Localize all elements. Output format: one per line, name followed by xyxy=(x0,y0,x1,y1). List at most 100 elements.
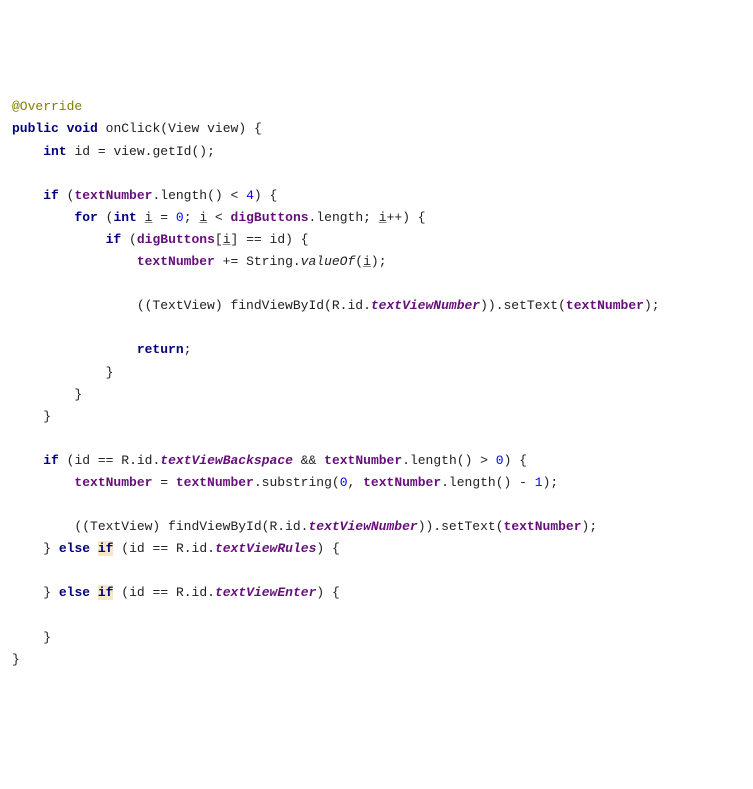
settext-close: ); xyxy=(582,519,598,534)
code-block: @Override public void onClick ( View view)… xyxy=(12,96,741,670)
eqeq: == xyxy=(145,585,176,600)
number-4: 4 xyxy=(246,188,254,203)
field-digbuttons: digButtons xyxy=(137,232,215,247)
keyword-void: void xyxy=(67,121,98,136)
annotation-override: @Override xyxy=(12,99,82,114)
paren: ( xyxy=(121,541,129,556)
semicolon: ; xyxy=(363,210,379,225)
and: && xyxy=(293,453,324,468)
paren-brace: ) { xyxy=(316,585,339,600)
brace: { xyxy=(254,121,262,136)
textview-cast: ((TextView) findViewById(R.id. xyxy=(137,298,371,313)
number-0: 0 xyxy=(176,210,184,225)
settext-open: )).setText( xyxy=(480,298,566,313)
field-textnumber: textNumber xyxy=(137,254,215,269)
paren-brace: ) { xyxy=(254,188,277,203)
brace-close: } xyxy=(106,365,114,380)
id-ref: id xyxy=(129,585,145,600)
keyword-if-highlighted: if xyxy=(98,585,114,600)
settext-close: ); xyxy=(644,298,660,313)
field-textnumber: textNumber xyxy=(74,475,152,490)
field-textviewenter: textViewEnter xyxy=(215,585,316,600)
field-textviewbackspace: textViewBackspace xyxy=(160,453,293,468)
brace-close: } xyxy=(43,630,51,645)
id-ref: id xyxy=(74,453,90,468)
field-textnumber: textNumber xyxy=(324,453,402,468)
field-textnumber: textNumber xyxy=(176,475,254,490)
length: .length xyxy=(309,210,364,225)
keyword-public: public xyxy=(12,121,59,136)
semicolon: ; xyxy=(184,210,200,225)
field-textviewrules: textViewRules xyxy=(215,541,316,556)
id-ref: id xyxy=(129,541,145,556)
textview-cast: ((TextView) findViewById(R.id. xyxy=(74,519,308,534)
paren: ( xyxy=(129,232,137,247)
length-minus1: .length() - xyxy=(441,475,535,490)
string-class: String. xyxy=(246,254,301,269)
rid: R.id. xyxy=(176,585,215,600)
number-1: 1 xyxy=(535,475,543,490)
paren: ( xyxy=(355,254,363,269)
keyword-for: for xyxy=(74,210,97,225)
lt: < xyxy=(207,210,230,225)
param-type: View xyxy=(168,121,199,136)
comma: , xyxy=(348,475,364,490)
var-i: i xyxy=(199,210,207,225)
semicolon: ; xyxy=(184,342,192,357)
length-lt: .length() < xyxy=(152,188,246,203)
var-i: i xyxy=(363,254,371,269)
keyword-int: int xyxy=(43,144,66,159)
keyword-if: if xyxy=(43,188,59,203)
brace-close: } xyxy=(12,652,20,667)
number-0: 0 xyxy=(340,475,348,490)
for-init: = xyxy=(152,210,175,225)
param-name: view xyxy=(207,121,238,136)
keyword-int: int xyxy=(113,210,136,225)
paren: ( xyxy=(121,585,129,600)
field-digbuttons: digButtons xyxy=(231,210,309,225)
field-textnumber: textNumber xyxy=(504,519,582,534)
substring: .substring( xyxy=(254,475,340,490)
var-i: i xyxy=(223,232,231,247)
var-id: id xyxy=(74,144,90,159)
field-textnumber: textNumber xyxy=(566,298,644,313)
field-textnumber: textNumber xyxy=(363,475,441,490)
field-textviewnumber: textViewNumber xyxy=(371,298,480,313)
field-textviewnumber: textViewNumber xyxy=(308,519,417,534)
equals: = xyxy=(152,475,175,490)
keyword-if-highlighted: if xyxy=(98,541,114,556)
paren-close: ); xyxy=(371,254,387,269)
keyword-if: if xyxy=(106,232,122,247)
brace-close: } xyxy=(43,541,51,556)
keyword-else: else xyxy=(59,541,90,556)
brace-close: } xyxy=(43,409,51,424)
paren-brace: ) { xyxy=(402,210,425,225)
view-getid: view.getId(); xyxy=(113,144,214,159)
keyword-return: return xyxy=(137,342,184,357)
equals: = xyxy=(90,144,113,159)
rid: R.id. xyxy=(176,541,215,556)
pluseq: += xyxy=(215,254,246,269)
keyword-if: if xyxy=(43,453,59,468)
brace-close: } xyxy=(74,387,82,402)
paren-brace: ) { xyxy=(285,232,308,247)
field-textnumber: textNumber xyxy=(74,188,152,203)
var-i: i xyxy=(379,210,387,225)
eqeq: == xyxy=(90,453,121,468)
brace-close: } xyxy=(43,585,51,600)
method-name: onClick xyxy=(106,121,161,136)
bracket-open: [ xyxy=(215,232,223,247)
method-valueof: valueOf xyxy=(301,254,356,269)
number-0: 0 xyxy=(496,453,504,468)
eqeq: == xyxy=(145,541,176,556)
rid: R.id. xyxy=(121,453,160,468)
paren-brace: ) { xyxy=(504,453,527,468)
increment: ++ xyxy=(387,210,403,225)
close: ); xyxy=(543,475,559,490)
settext-open: )).setText( xyxy=(418,519,504,534)
length-gt: .length() > xyxy=(402,453,496,468)
eqeq: == xyxy=(238,232,269,247)
keyword-else: else xyxy=(59,585,90,600)
id-ref: id xyxy=(270,232,286,247)
paren-brace: ) { xyxy=(316,541,339,556)
